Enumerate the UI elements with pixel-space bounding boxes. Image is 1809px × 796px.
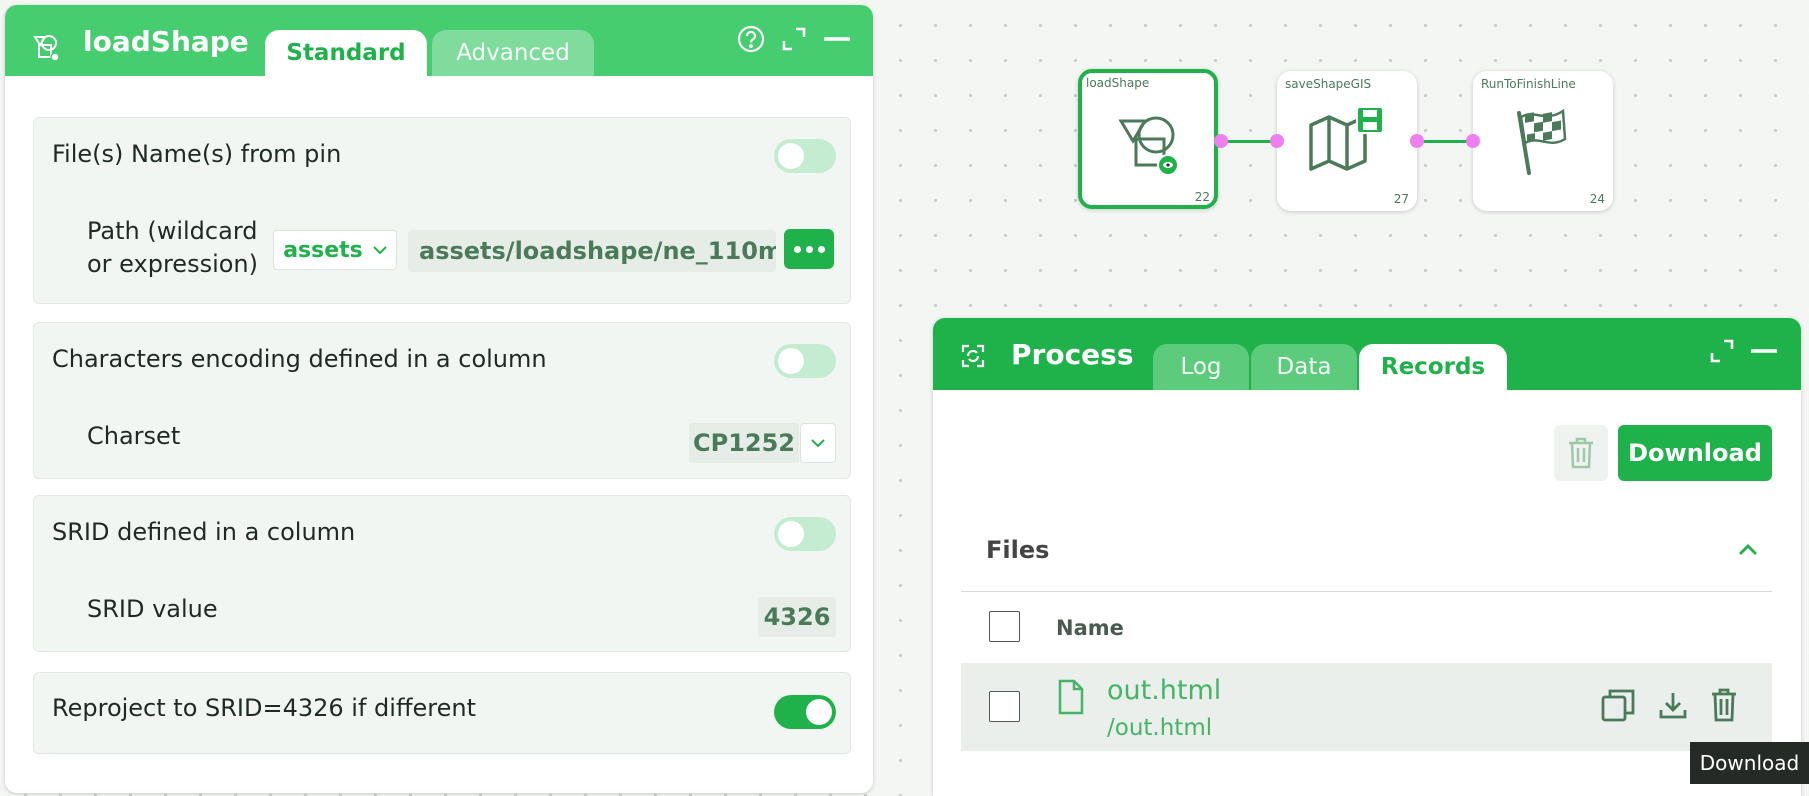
node-count: 22	[1194, 190, 1210, 204]
process-title: Process	[1011, 338, 1134, 371]
chevron-up-icon[interactable]	[1738, 542, 1758, 556]
column-header-name: Name	[1056, 616, 1124, 640]
minimize-icon[interactable]	[823, 34, 851, 44]
copy-icon[interactable]	[1600, 687, 1636, 723]
srid-column-toggle[interactable]	[774, 517, 836, 551]
srid-value-input[interactable]: 4326	[758, 597, 836, 637]
process-header: Process Log Data Records	[933, 318, 1801, 390]
charset-label: Charset	[87, 422, 181, 450]
node-name: loadShape	[1086, 76, 1150, 90]
charset-dropdown-button[interactable]	[800, 423, 836, 463]
minimize-icon[interactable]	[1750, 346, 1778, 356]
file-name[interactable]: out.html	[1107, 675, 1221, 706]
charset-column-toggle[interactable]	[774, 344, 836, 378]
expand-icon[interactable]	[781, 26, 807, 52]
srid-column-label: SRID defined in a column	[52, 518, 356, 546]
select-all-checkbox[interactable]	[989, 611, 1020, 642]
path-source-select[interactable]: assets	[273, 230, 397, 270]
row-checkbox[interactable]	[989, 691, 1020, 722]
path-browse-button[interactable]	[784, 229, 834, 269]
help-icon[interactable]	[737, 25, 765, 53]
section-srid-column: SRID defined in a column SRID value 4326	[33, 495, 851, 652]
files-from-pin-toggle[interactable]	[774, 139, 836, 173]
charset-value[interactable]: CP1252	[689, 423, 799, 463]
path-label: Path (wildcard or expression)	[87, 217, 258, 278]
tab-data[interactable]: Data	[1251, 344, 1357, 390]
download-tooltip: Download	[1690, 742, 1809, 784]
editor-header: loadShape Standard Advanced	[5, 5, 873, 76]
process-icon	[961, 344, 985, 368]
file-icon	[1058, 679, 1084, 715]
tab-standard[interactable]: Standard	[265, 30, 427, 76]
flow-node-runtofinishline[interactable]: RunToFinishLine 24	[1473, 71, 1613, 211]
output-port[interactable]	[1214, 134, 1228, 148]
node-count: 24	[1589, 192, 1605, 206]
save-map-icon	[1309, 107, 1384, 171]
expand-icon[interactable]	[1709, 338, 1735, 364]
file-path: /out.html	[1107, 715, 1213, 741]
section-reproject: Reproject to SRID=4326 if different	[33, 672, 851, 754]
flow-node-loadshape[interactable]: loadShape 22	[1078, 69, 1218, 209]
srid-label: SRID value	[87, 595, 218, 623]
chevron-down-icon	[811, 439, 825, 448]
charset-column-label: Characters encoding defined in a column	[52, 345, 547, 373]
tab-advanced[interactable]: Advanced	[432, 30, 594, 76]
download-icon[interactable]	[1658, 690, 1688, 720]
node-editor-panel: loadShape Standard Advanced File(s) Name…	[5, 5, 873, 793]
flow-node-saveshapegis[interactable]: saveShapeGIS 27	[1277, 71, 1417, 211]
editor-title: loadShape	[83, 25, 249, 58]
trash-icon[interactable]	[1710, 688, 1738, 722]
process-panel: Process Log Data Records Download Files …	[933, 318, 1801, 796]
reproject-label: Reproject to SRID=4326 if different	[52, 694, 476, 722]
delete-all-button[interactable]	[1554, 425, 1608, 481]
reproject-toggle[interactable]	[774, 695, 836, 729]
checkered-flag-icon	[1517, 108, 1567, 175]
input-port[interactable]	[1270, 134, 1284, 148]
node-count: 27	[1393, 192, 1409, 206]
tab-records[interactable]: Records	[1359, 344, 1507, 390]
chevron-down-icon	[373, 246, 387, 255]
node-name: RunToFinishLine	[1481, 77, 1576, 91]
trash-icon	[1569, 437, 1593, 469]
files-section-title: Files	[986, 536, 1050, 564]
path-input[interactable]: assets/loadshape/ne_110m_p	[408, 230, 776, 272]
load-shape-icon	[33, 35, 60, 62]
connection-wire	[1418, 140, 1473, 143]
node-name: saveShapeGIS	[1285, 77, 1372, 91]
section-files-from-pin: File(s) Name(s) from pin Path (wildcard …	[33, 117, 851, 304]
output-port[interactable]	[1410, 134, 1424, 148]
files-from-pin-label: File(s) Name(s) from pin	[52, 140, 342, 168]
divider	[961, 591, 1772, 592]
tab-log[interactable]: Log	[1153, 344, 1249, 390]
download-button[interactable]: Download	[1618, 425, 1772, 481]
input-port[interactable]	[1466, 134, 1480, 148]
table-row[interactable]: out.html /out.html	[961, 663, 1772, 751]
load-shape-icon	[1118, 116, 1179, 176]
section-charset-column: Characters encoding defined in a column …	[33, 322, 851, 479]
